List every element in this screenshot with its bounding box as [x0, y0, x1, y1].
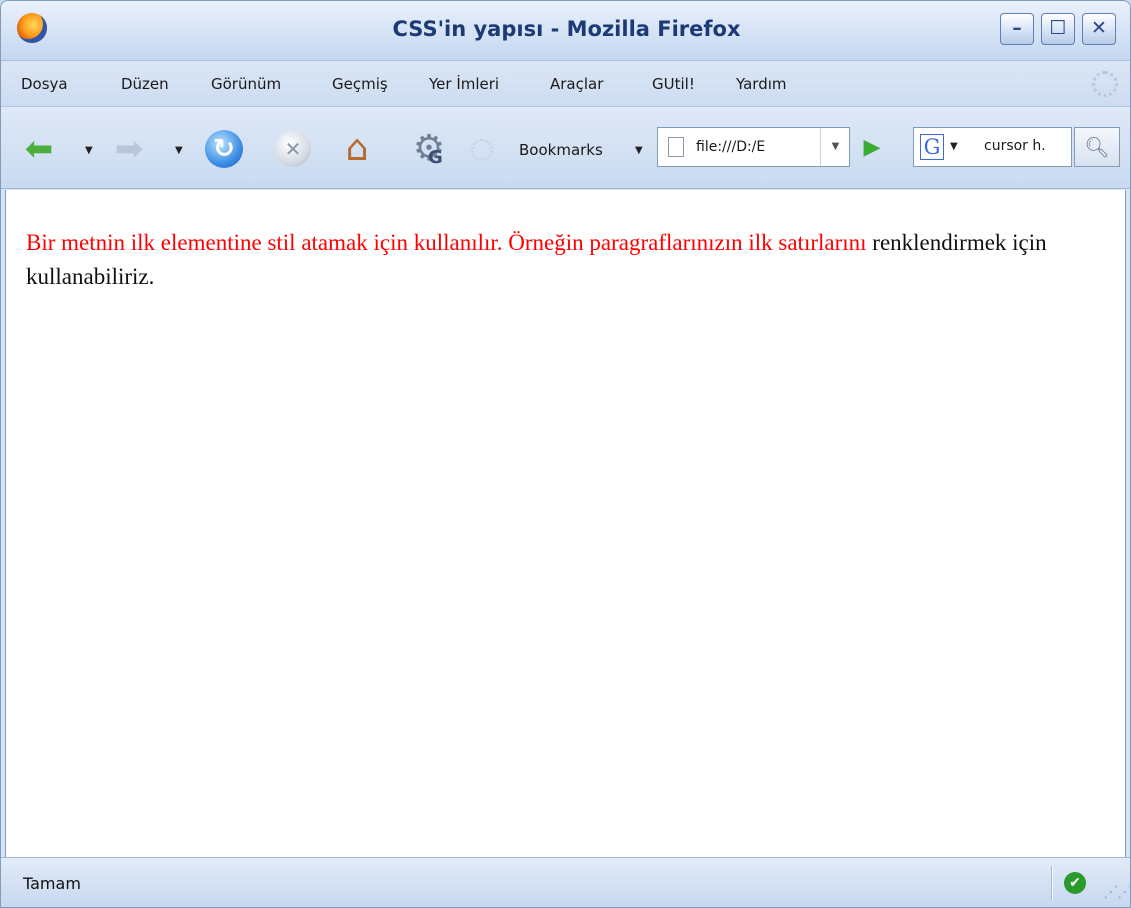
browser-window: CSS'in yapısı - Mozilla Firefox – ☐ ✕ Do…: [0, 0, 1131, 908]
window-title: CSS'in yapısı - Mozilla Firefox: [392, 17, 741, 41]
bookmarks-dropdown-icon[interactable]: ▼: [635, 145, 643, 156]
reload-icon[interactable]: ↻: [205, 130, 243, 168]
bookmarks-menu-button[interactable]: Bookmarks: [519, 141, 603, 159]
forward-history-dropdown-icon[interactable]: ▼: [175, 145, 183, 156]
close-button[interactable]: ✕: [1082, 13, 1116, 45]
go-icon[interactable]: ▶: [855, 133, 889, 163]
paragraph-first-line: Bir metnin ilk elementine stil atamak iç…: [26, 230, 867, 255]
maximize-button[interactable]: ☐: [1041, 13, 1075, 45]
menu-dosya[interactable]: Dosya: [21, 75, 68, 93]
menu-yardim[interactable]: Yardım: [736, 75, 787, 93]
search-input[interactable]: cursor h.: [978, 127, 1072, 167]
navigation-toolbar: ⬅ ▼ ➡ ▼ ↻ ✕ ⌂ ⚙ G Bookmarks ▼ file:///D:…: [1, 107, 1130, 189]
minimize-button[interactable]: –: [1000, 13, 1034, 45]
menu-bar: Dosya Düzen Görünüm Geçmiş Yer İmleri Ar…: [1, 61, 1130, 107]
status-text: Tamam: [23, 874, 81, 893]
status-separator: [1051, 866, 1053, 900]
menu-gutil[interactable]: GUtil!: [652, 75, 695, 93]
address-bar[interactable]: file:///D:/E ▼: [657, 127, 850, 167]
back-icon[interactable]: ⬅: [19, 129, 59, 169]
menu-gorunum[interactable]: Görünüm: [211, 75, 281, 93]
paragraph: Bir metnin ilk elementine stil atamak iç…: [26, 226, 1116, 294]
bookmarks-loading-icon: [471, 139, 493, 161]
title-bar[interactable]: CSS'in yapısı - Mozilla Firefox – ☐ ✕: [1, 1, 1130, 61]
search-engine-dropdown-icon[interactable]: ▼: [950, 141, 958, 152]
home-icon[interactable]: ⌂: [337, 129, 377, 169]
menu-yer-imleri[interactable]: Yer İmleri: [429, 75, 499, 93]
back-history-dropdown-icon[interactable]: ▼: [85, 145, 93, 156]
search-engine-selector[interactable]: G ▼: [913, 127, 979, 167]
google-icon: G: [920, 134, 944, 160]
gutil-g-icon: G: [428, 147, 443, 168]
magnifier-icon[interactable]: 🔍︎: [1074, 127, 1120, 167]
page-icon: [668, 137, 684, 157]
forward-icon[interactable]: ➡: [109, 129, 149, 169]
status-bar: Tamam ✔ ⋰⋰: [1, 857, 1130, 907]
address-input[interactable]: file:///D:/E: [696, 139, 816, 155]
menu-duzen[interactable]: Düzen: [121, 75, 169, 93]
activity-throbber-icon: [1092, 71, 1118, 97]
address-history-dropdown-icon[interactable]: ▼: [820, 128, 850, 166]
stop-icon[interactable]: ✕: [275, 131, 311, 167]
checkmark-icon[interactable]: ✔: [1064, 872, 1086, 894]
resize-grip-icon[interactable]: ⋰⋰: [1103, 882, 1130, 901]
menu-araclar[interactable]: Araçlar: [550, 75, 603, 93]
menu-gecmis[interactable]: Geçmiş: [332, 75, 388, 93]
page-content: Bir metnin ilk elementine stil atamak iç…: [5, 190, 1126, 857]
